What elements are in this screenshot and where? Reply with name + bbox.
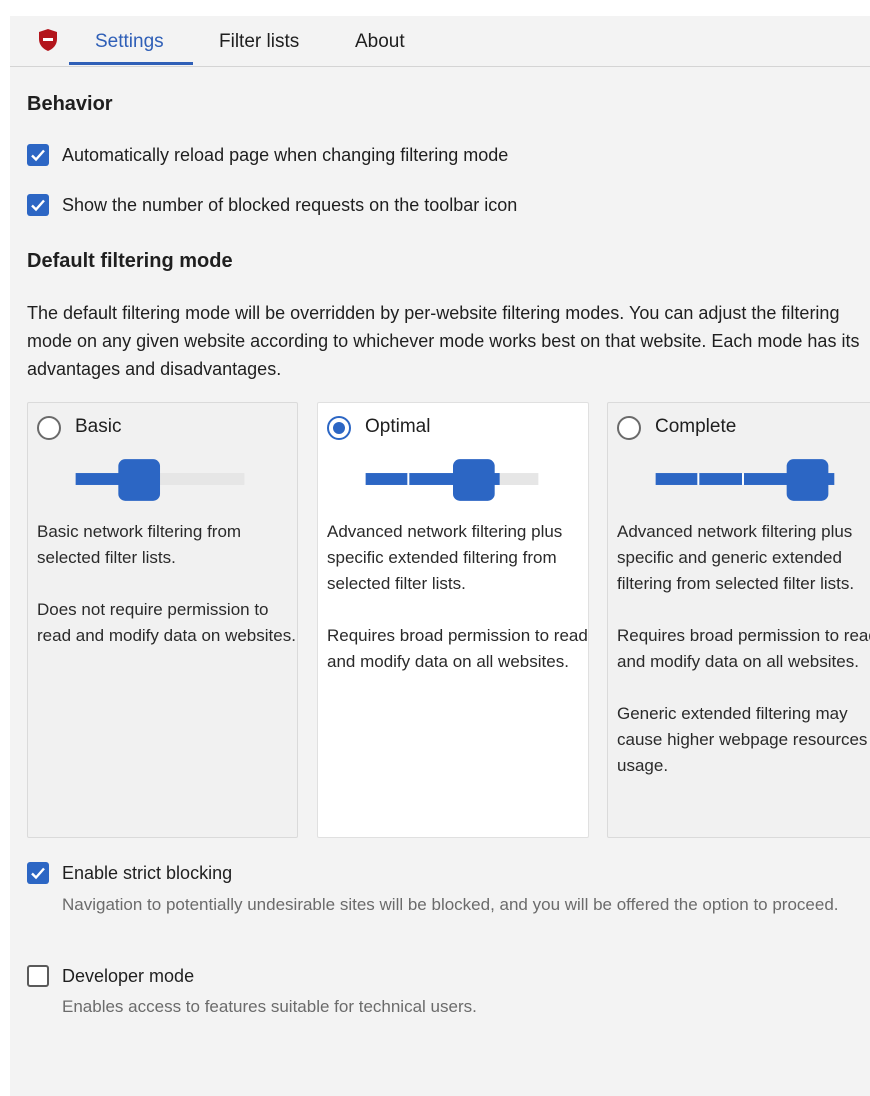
settings-page: Settings Filter lists About Behavior Aut… — [10, 16, 870, 1096]
mode-text-basic: Basic network filtering from selected fi… — [37, 519, 297, 675]
auto-reload-label: Automatically reload page when changing … — [62, 145, 509, 165]
mode-card-basic[interactable]: Basic Basic network filtering from selec… — [27, 402, 298, 838]
mode-card-optimal[interactable]: Optimal Advanced network filtering plus … — [317, 402, 589, 838]
level-slider-complete — [655, 459, 835, 501]
strict-blocking-checkbox[interactable] — [27, 862, 49, 884]
tab-settings[interactable]: Settings — [95, 31, 164, 53]
filtering-description: The default filtering mode will be overr… — [27, 299, 867, 383]
mode-basic-line-1: Basic network filtering from selected fi… — [37, 522, 242, 567]
mode-complete-line-3: Generic extended filtering may cause hig… — [617, 704, 868, 775]
strict-blocking-description: Navigation to potentially undesirable si… — [62, 895, 839, 914]
checkmark-icon — [31, 199, 45, 212]
tab-filter-lists[interactable]: Filter lists — [219, 31, 299, 53]
tab-about[interactable]: About — [355, 31, 405, 53]
mode-title-complete: Complete — [655, 416, 737, 437]
tab-bar: Settings Filter lists About — [10, 16, 870, 67]
developer-mode-checkbox[interactable] — [27, 965, 49, 987]
developer-mode-label: Developer mode — [62, 966, 195, 986]
developer-mode-description: Enables access to features suitable for … — [62, 997, 477, 1016]
checkmark-icon — [31, 149, 45, 162]
mode-text-complete: Advanced network filtering plus specific… — [617, 519, 870, 805]
checkmark-icon — [31, 867, 45, 880]
radio-basic[interactable] — [37, 416, 61, 440]
radio-optimal[interactable] — [327, 416, 351, 440]
active-tab-indicator — [69, 62, 193, 65]
auto-reload-checkbox[interactable] — [27, 144, 49, 166]
show-count-label: Show the number of blocked requests on t… — [62, 195, 518, 215]
behavior-heading: Behavior — [27, 93, 113, 115]
mode-optimal-line-2: Requires broad permission to read and mo… — [327, 626, 588, 671]
filtering-description-text: The default filtering mode will be overr… — [27, 303, 860, 379]
mode-card-complete[interactable]: Complete Advanced network filtering plus… — [607, 402, 870, 838]
mode-text-optimal: Advanced network filtering plus specific… — [327, 519, 588, 701]
filtering-heading: Default filtering mode — [27, 250, 233, 272]
mode-basic-line-2: Does not require permission to read and … — [37, 600, 296, 645]
shield-logo-icon — [39, 29, 57, 51]
mode-complete-line-2: Requires broad permission to read and mo… — [617, 626, 870, 671]
mode-optimal-line-1: Advanced network filtering plus specific… — [327, 522, 563, 593]
strict-blocking-label: Enable strict blocking — [62, 863, 233, 883]
mode-complete-line-1: Advanced network filtering plus specific… — [617, 522, 855, 593]
level-slider-basic — [75, 459, 245, 501]
mode-title-optimal: Optimal — [365, 416, 431, 437]
mode-title-basic: Basic — [75, 416, 122, 437]
level-slider-optimal — [365, 459, 539, 501]
show-count-checkbox[interactable] — [27, 194, 49, 216]
radio-complete[interactable] — [617, 416, 641, 440]
